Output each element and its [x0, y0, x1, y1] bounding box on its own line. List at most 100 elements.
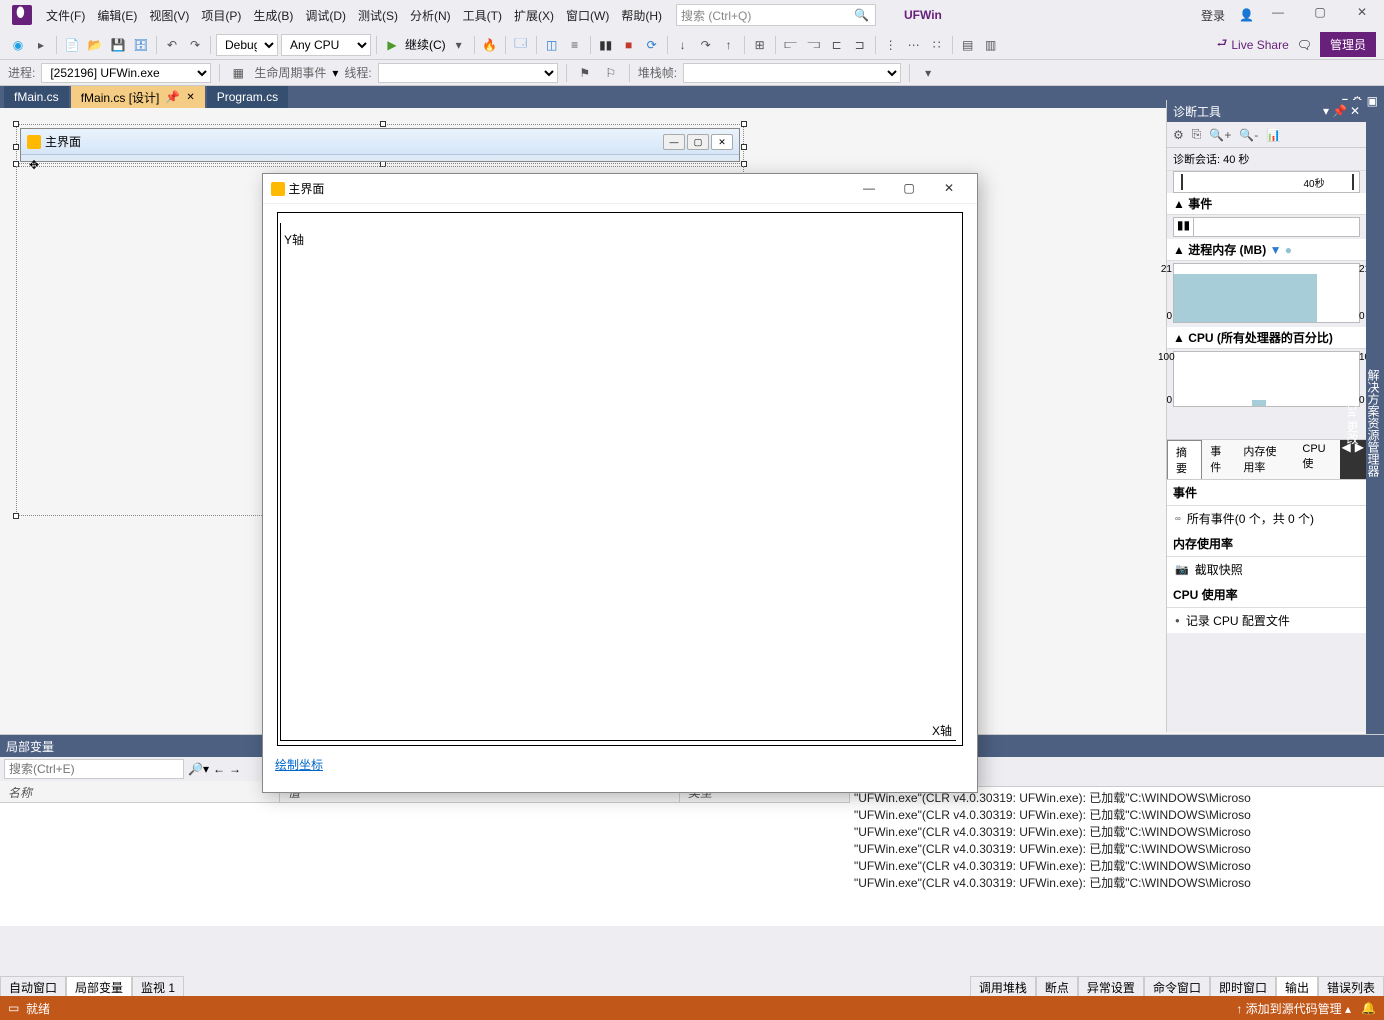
save-icon[interactable]: 💾: [108, 35, 128, 55]
tab-command[interactable]: 命令窗口: [1144, 976, 1210, 996]
diag-events-section[interactable]: ▲ 事件: [1167, 193, 1366, 215]
stop-icon[interactable]: ■: [619, 35, 639, 55]
new-item-icon[interactable]: 📄: [62, 35, 82, 55]
search-icon[interactable]: 🔍: [854, 8, 874, 22]
running-titlebar[interactable]: 主界面 — ▢ ✕: [263, 174, 977, 204]
order1-icon[interactable]: ▤: [958, 35, 978, 55]
running-app-window[interactable]: 主界面 — ▢ ✕ Y轴 X轴 绘制坐标: [262, 173, 978, 793]
align3-icon[interactable]: ⫎: [804, 35, 824, 55]
order2-icon[interactable]: ▥: [981, 35, 1001, 55]
menu-window[interactable]: 窗口(W): [560, 3, 615, 28]
chevron-down-icon[interactable]: ▾: [449, 35, 469, 55]
save-all-icon[interactable]: 🗄: [131, 35, 151, 55]
tab-fmain-designer[interactable]: fMain.cs [设计]📌✕: [71, 86, 205, 108]
designed-form[interactable]: 主界面 — ▢ ✕ ✥: [20, 128, 740, 162]
feedback-icon[interactable]: 🗨: [1297, 38, 1312, 52]
menu-analyze[interactable]: 分析(N): [404, 3, 457, 28]
restart-icon[interactable]: ⟳: [642, 35, 662, 55]
align4-icon[interactable]: ⊏: [827, 35, 847, 55]
diag-tab-memory[interactable]: 内存使用率: [1235, 440, 1294, 479]
all-events-link[interactable]: 所有事件(0 个，共 0 个): [1167, 506, 1366, 531]
menu-file[interactable]: 文件(F): [40, 3, 91, 28]
zoom-in-icon[interactable]: 🔍+: [1209, 128, 1231, 142]
menu-debug[interactable]: 调试(D): [299, 3, 352, 28]
back-icon[interactable]: ◉: [8, 35, 28, 55]
spacing3-icon[interactable]: ∷: [927, 35, 947, 55]
locals-search-input[interactable]: [4, 759, 184, 779]
menu-view[interactable]: 视图(V): [143, 3, 195, 28]
layout-icon[interactable]: ◫: [542, 35, 562, 55]
maximize-tab-icon[interactable]: ▣: [1367, 94, 1378, 108]
thread-select[interactable]: [378, 63, 558, 83]
stackframe-select[interactable]: [683, 63, 901, 83]
login-link[interactable]: 登录: [1193, 7, 1233, 24]
continue-icon[interactable]: ▶: [382, 35, 402, 55]
pause-icon[interactable]: ▮▮: [1174, 218, 1194, 236]
events-bar[interactable]: ▮▮: [1173, 217, 1360, 237]
tab-program-cs[interactable]: Program.cs: [207, 86, 288, 108]
cpu-graph[interactable]: 100 0 100 0: [1173, 351, 1360, 407]
menu-test[interactable]: 测试(S): [352, 3, 404, 28]
forward-icon[interactable]: ▸: [31, 35, 51, 55]
diag-tab-summary[interactable]: 摘要: [1167, 440, 1202, 479]
undo-icon[interactable]: ↶: [162, 35, 182, 55]
browser-icon[interactable]: 🗔: [511, 35, 531, 55]
flag1-icon[interactable]: ⚑: [575, 63, 595, 83]
align1-icon[interactable]: ⊞: [750, 35, 770, 55]
tab-watch1[interactable]: 监视 1: [132, 976, 184, 996]
chevron-icon[interactable]: ▾: [918, 63, 938, 83]
snapshot-link[interactable]: 截取快照: [1167, 557, 1366, 582]
output-body[interactable]: "UFWin.exe"(CLR v4.0.30319: UFWin.exe): …: [850, 787, 1384, 926]
close-button[interactable]: ✕: [1344, 5, 1380, 25]
flag2-icon[interactable]: ⚐: [601, 63, 621, 83]
diag-memory-section[interactable]: ▲ 进程内存 (MB) ▼ ●: [1167, 239, 1366, 261]
hot-reload-icon[interactable]: 🔥: [480, 35, 500, 55]
redo-icon[interactable]: ↷: [185, 35, 205, 55]
list-icon[interactable]: ≡: [565, 35, 585, 55]
menu-edit[interactable]: 编辑(E): [91, 3, 143, 28]
memory-graph[interactable]: 21 0 21 0: [1173, 263, 1360, 323]
open-icon[interactable]: 📂: [85, 35, 105, 55]
spacing1-icon[interactable]: ⋮: [881, 35, 901, 55]
nav-right-icon[interactable]: →: [229, 762, 241, 776]
menu-project[interactable]: 项目(P): [195, 3, 247, 28]
git-changes-tab[interactable]: Git 更改: [1342, 112, 1363, 734]
maximize-button[interactable]: ▢: [1302, 5, 1338, 25]
minimize-button[interactable]: —: [1260, 5, 1296, 25]
tab-exceptions[interactable]: 异常设置: [1078, 976, 1144, 996]
menu-extensions[interactable]: 扩展(X): [508, 3, 560, 28]
step-out-icon[interactable]: ↑: [719, 35, 739, 55]
diag-ruler[interactable]: 40秒: [1173, 171, 1360, 193]
process-select[interactable]: [252196] UFWin.exe: [41, 63, 211, 83]
search-input[interactable]: 搜索 (Ctrl+Q): [676, 4, 876, 26]
continue-label[interactable]: 继续(C): [405, 36, 446, 53]
record-cpu-link[interactable]: 记录 CPU 配置文件: [1167, 608, 1366, 633]
menu-tools[interactable]: 工具(T): [457, 3, 508, 28]
live-share-button[interactable]: ⮐ Live Share: [1217, 34, 1289, 55]
platform-select[interactable]: Any CPU: [281, 34, 371, 56]
pin-icon[interactable]: 📌: [165, 90, 180, 104]
tab-breakpoints[interactable]: 断点: [1036, 976, 1078, 996]
tab-errorlist[interactable]: 错误列表: [1318, 976, 1384, 996]
menu-help[interactable]: 帮助(H): [615, 3, 668, 28]
zoom-out-icon[interactable]: 🔍-: [1239, 128, 1258, 142]
lifecycle-icon[interactable]: ▦: [228, 63, 248, 83]
dropdown-icon[interactable]: ▾: [1323, 104, 1329, 118]
pause-icon[interactable]: ▮▮: [596, 35, 616, 55]
diag-tab-cpu[interactable]: CPU 使: [1294, 440, 1339, 479]
goto-icon[interactable]: ⎘: [1192, 127, 1202, 142]
align5-icon[interactable]: ⊐: [850, 35, 870, 55]
diag-tab-events[interactable]: 事件: [1202, 440, 1235, 479]
align2-icon[interactable]: ⫍: [781, 35, 801, 55]
source-control-link[interactable]: ↑ 添加到源代码管理 ▴: [1236, 1000, 1351, 1017]
col-name[interactable]: 名称: [0, 781, 280, 802]
gear-icon[interactable]: ⚙: [1173, 128, 1184, 142]
nav-left-icon[interactable]: ←: [213, 762, 225, 776]
step-into-icon[interactable]: ↓: [673, 35, 693, 55]
tab-locals[interactable]: 局部变量: [66, 976, 132, 996]
tab-output[interactable]: 输出: [1276, 976, 1318, 996]
draw-coord-link[interactable]: 绘制坐标: [263, 754, 977, 775]
diag-cpu-section[interactable]: ▲ CPU (所有处理器的百分比): [1167, 327, 1366, 349]
maximize-button[interactable]: ▢: [889, 175, 929, 203]
solution-explorer-tab[interactable]: 解决方案资源管理器: [1363, 112, 1384, 734]
